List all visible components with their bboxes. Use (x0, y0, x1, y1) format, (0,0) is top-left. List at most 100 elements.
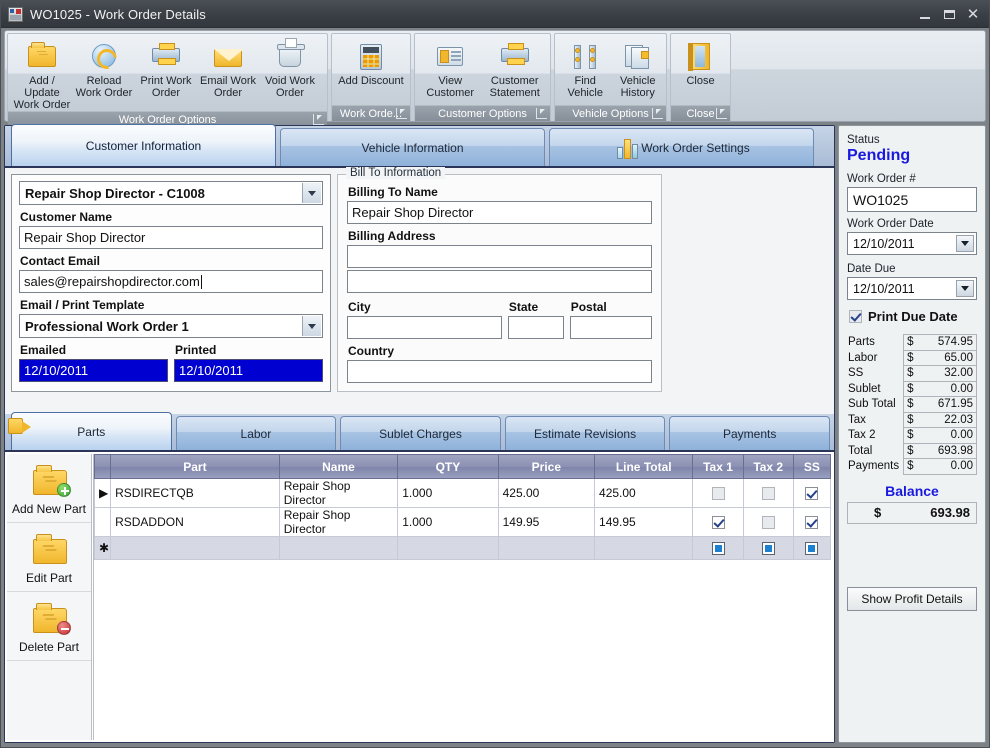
ribbon-button-print-work-order[interactable]: Print Work Order (135, 38, 197, 99)
dialog-launcher-icon[interactable] (313, 114, 324, 125)
print-due-date-row[interactable]: Print Due Date (849, 309, 977, 324)
cell-line-total[interactable]: 149.95 (594, 507, 694, 537)
tab-customer-information[interactable]: Customer Information (11, 124, 276, 166)
billing-to-name-input[interactable]: Repair Shop Director (347, 201, 652, 224)
cell-line-total[interactable] (594, 536, 694, 560)
column-header-tax1[interactable]: Tax 1 (692, 454, 744, 479)
ss-checkbox[interactable] (805, 487, 819, 501)
maximize-button[interactable] (937, 4, 961, 26)
cell-name[interactable] (278, 536, 399, 560)
cell-part[interactable] (110, 536, 280, 560)
tab-sublet-charges[interactable]: Sublet Charges (340, 416, 501, 450)
ss-checkbox[interactable] (805, 516, 819, 530)
column-header-price[interactable]: Price (497, 454, 596, 479)
work-order-date-picker[interactable]: 12/10/2011 (847, 232, 977, 255)
email-print-template-select[interactable]: Professional Work Order 1 (19, 314, 323, 338)
show-profit-details-button[interactable]: Show Profit Details (847, 586, 977, 611)
tab-vehicle-information[interactable]: Vehicle Information (280, 128, 545, 166)
row-selector[interactable] (93, 507, 112, 537)
column-header-part[interactable]: Part (110, 454, 280, 479)
postal-input[interactable] (569, 316, 652, 339)
cell-price[interactable] (497, 536, 596, 560)
column-header-qty[interactable]: QTY (397, 454, 499, 479)
close-window-button[interactable]: ✕ (961, 4, 985, 26)
cell-name[interactable]: Repair Shop Director (278, 507, 399, 537)
ribbon-button-close[interactable]: Close (674, 38, 727, 87)
ribbon-button-find-vehicle[interactable]: Find Vehicle (558, 38, 612, 99)
dialog-launcher-icon[interactable] (652, 108, 663, 119)
cell-tax2[interactable] (742, 507, 794, 537)
tab-payments[interactable]: Payments (669, 416, 830, 450)
ribbon-button-vehicle-history[interactable]: Vehicle History (612, 38, 663, 99)
billing-address-line2-input[interactable] (347, 270, 652, 293)
cell-ss[interactable] (792, 478, 832, 508)
parts-grid[interactable]: Part Name QTY Price Line Total Tax 1 Tax… (93, 454, 832, 740)
dialog-launcher-icon[interactable] (716, 108, 727, 119)
ribbon-button-add-discount[interactable]: Add Discount (335, 38, 407, 87)
tax1-checkbox[interactable] (711, 516, 725, 530)
cell-part[interactable]: RSDADDON (110, 507, 280, 537)
cell-tax2[interactable] (742, 536, 794, 560)
tab-estimate-revisions[interactable]: Estimate Revisions (504, 416, 666, 450)
chevron-down-icon[interactable] (302, 316, 321, 336)
tab-work-order-settings[interactable]: Work Order Settings (549, 128, 814, 166)
chevron-down-icon[interactable] (302, 183, 321, 203)
city-input[interactable] (347, 316, 502, 339)
work-order-number-input[interactable]: WO1025 (847, 187, 977, 212)
cell-ss[interactable] (792, 536, 832, 560)
tax1-checkbox[interactable] (711, 487, 725, 501)
chevron-down-icon[interactable] (956, 280, 974, 297)
ribbon-button-email-work-order[interactable]: Email Work Order (197, 38, 259, 99)
customer-name-input[interactable]: Repair Shop Director (19, 226, 323, 249)
cell-tax1[interactable] (692, 478, 744, 508)
table-row[interactable]: RSDADDON Repair Shop Director 1.000 149.… (93, 507, 832, 537)
ribbon-button-reload-work-order[interactable]: Reload Work Order (73, 38, 135, 99)
tax1-checkbox[interactable] (711, 542, 725, 556)
delete-part-button[interactable]: Delete Part (7, 592, 91, 661)
tab-parts[interactable]: Parts (8, 412, 172, 450)
ribbon-button-view-customer[interactable]: View Customer (418, 38, 483, 99)
column-header-line-total[interactable]: Line Total (594, 454, 694, 479)
customer-select[interactable]: Repair Shop Director - C1008 (19, 181, 323, 205)
tax2-checkbox[interactable] (761, 542, 775, 556)
column-header-name[interactable]: Name (278, 454, 399, 479)
cell-price[interactable]: 425.00 (497, 478, 596, 508)
table-row[interactable]: ▶ RSDIRECTQB Repair Shop Director 1.000 … (93, 478, 832, 508)
cell-part[interactable]: RSDIRECTQB (110, 478, 280, 508)
emailed-date-field[interactable]: 12/10/2011 (19, 359, 168, 382)
column-header-tax2[interactable]: Tax 2 (742, 454, 794, 479)
printed-date-field[interactable]: 12/10/2011 (174, 359, 323, 382)
country-input[interactable] (347, 360, 652, 383)
dialog-launcher-icon[interactable] (396, 108, 407, 119)
billing-address-line1-input[interactable] (347, 245, 652, 268)
cell-qty[interactable]: 1.000 (397, 478, 499, 508)
ss-checkbox[interactable] (805, 542, 819, 556)
ribbon-button-add-update-work-order[interactable]: Add / Update Work Order (11, 38, 73, 111)
column-header-ss[interactable]: SS (792, 454, 832, 479)
tab-labor[interactable]: Labor (175, 416, 337, 450)
tax2-checkbox[interactable] (761, 516, 775, 530)
cell-tax2[interactable] (742, 478, 794, 508)
ribbon-button-customer-statement[interactable]: Customer Statement (483, 38, 548, 99)
cell-line-total[interactable]: 425.00 (594, 478, 694, 508)
cell-price[interactable]: 149.95 (497, 507, 596, 537)
new-row-marker[interactable]: ✱ (93, 536, 112, 560)
table-new-row[interactable]: ✱ (93, 536, 832, 560)
dialog-launcher-icon[interactable] (536, 108, 547, 119)
row-selector-current[interactable]: ▶ (93, 478, 112, 508)
cell-name[interactable]: Repair Shop Director (278, 478, 399, 508)
tax2-checkbox[interactable] (761, 487, 775, 501)
minimize-button[interactable] (913, 4, 937, 26)
cell-tax1[interactable] (692, 507, 744, 537)
cell-qty[interactable]: 1.000 (397, 507, 499, 537)
date-due-picker[interactable]: 12/10/2011 (847, 277, 977, 300)
cell-ss[interactable] (792, 507, 832, 537)
state-input[interactable] (507, 316, 564, 339)
chevron-down-icon[interactable] (956, 235, 974, 252)
cell-qty[interactable] (397, 536, 499, 560)
edit-part-button[interactable]: Edit Part (7, 523, 91, 592)
print-due-date-checkbox[interactable] (849, 310, 862, 323)
ribbon-button-void-work-order[interactable]: Void Work Order (259, 38, 321, 99)
contact-email-input[interactable]: sales@repairshopdirector.com (19, 270, 323, 293)
add-new-part-button[interactable]: Add New Part (7, 454, 91, 523)
